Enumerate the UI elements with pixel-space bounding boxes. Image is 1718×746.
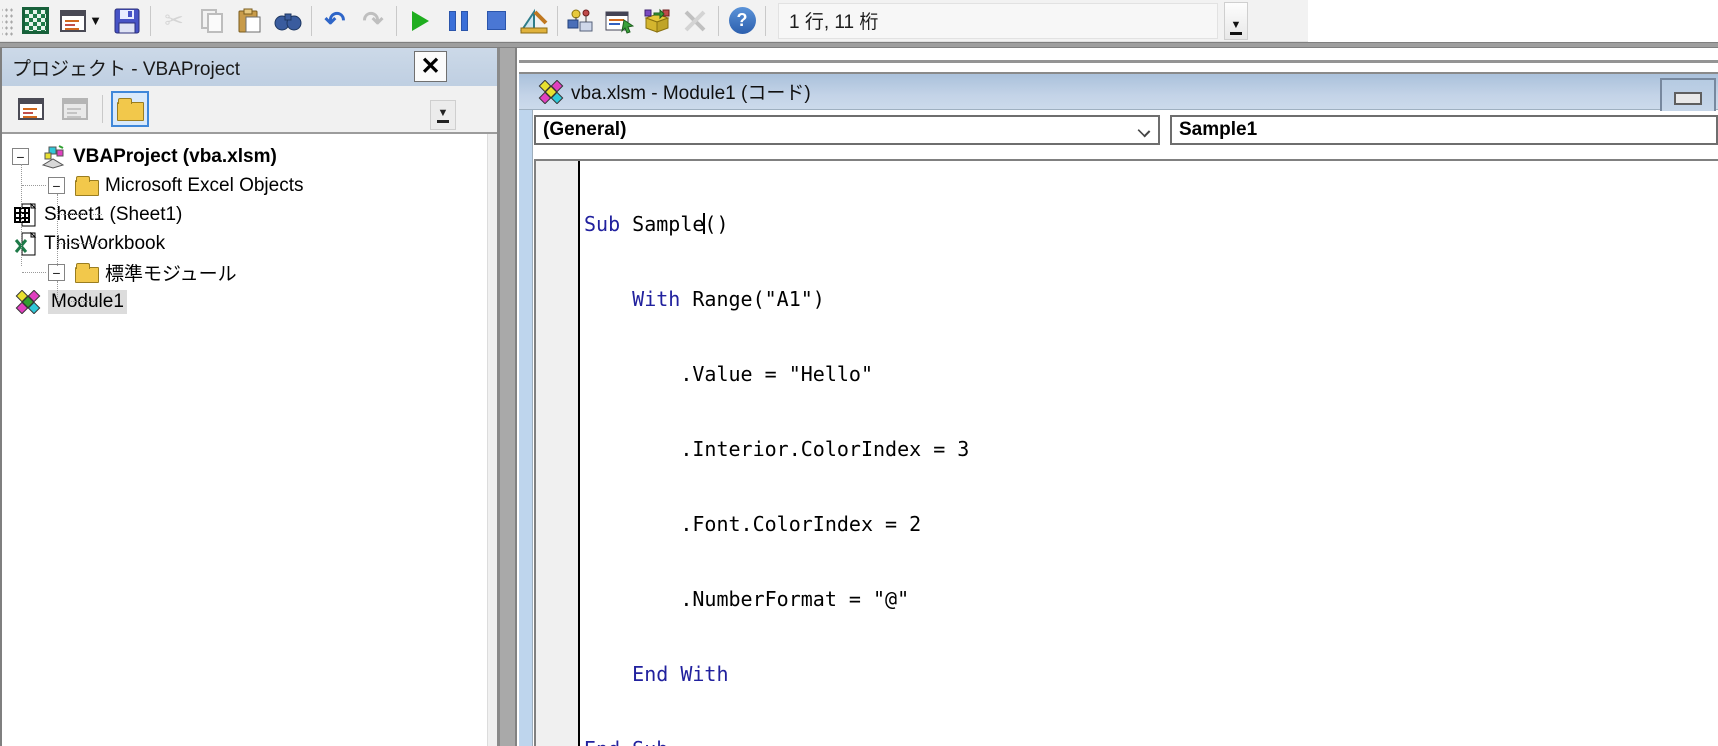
chevron-down-icon[interactable] <box>1138 125 1151 138</box>
collapse-icon[interactable]: − <box>12 148 29 165</box>
tree-connector <box>57 194 58 266</box>
code-line[interactable]: End With <box>584 662 1718 687</box>
toggle-folders-button[interactable] <box>111 91 149 127</box>
run-icon[interactable] <box>403 4 437 38</box>
toolbar-separator <box>396 6 397 36</box>
margin-indicator-bar[interactable] <box>536 161 578 746</box>
code-window-title: vba.xlsm - Module1 (コード) <box>571 78 811 105</box>
object-dropdown-value: (General) <box>543 119 626 141</box>
properties-window-icon[interactable] <box>602 4 636 38</box>
code-editor[interactable]: Sub Sample() With Range("A1") .Value = "… <box>534 159 1718 746</box>
redo-icon: ↷ <box>356 4 390 38</box>
code-line[interactable]: .Font.ColorIndex = 2 <box>584 512 1718 537</box>
pause-icon[interactable] <box>441 4 475 38</box>
toolbar-separator <box>718 6 719 36</box>
toolbar-grip[interactable] <box>2 6 14 36</box>
tree-connector <box>58 301 102 302</box>
tree-item-label[interactable]: 標準モジュール <box>105 259 237 286</box>
stop-icon[interactable] <box>479 4 513 38</box>
chevron-down-icon: ▼ <box>438 108 449 119</box>
project-panel-overflow-button[interactable]: ▼ <box>430 100 456 130</box>
view-code-button[interactable] <box>12 91 50 127</box>
window-frame <box>519 60 1718 63</box>
tree-connector <box>22 185 46 186</box>
collapse-icon[interactable]: − <box>48 177 65 194</box>
margin-separator <box>578 161 580 746</box>
collapse-icon[interactable]: − <box>48 264 65 281</box>
chevron-down-icon: ▼ <box>1231 20 1242 31</box>
toolbox-icon <box>678 4 712 38</box>
tree-connector <box>58 243 102 244</box>
vbaproject-icon <box>39 145 67 169</box>
cut-icon: ✂ <box>157 4 191 38</box>
view-object-icon[interactable]: ▼ <box>56 4 106 38</box>
module-icon <box>14 290 42 314</box>
toolbar-separator <box>150 6 151 36</box>
undo-icon[interactable]: ↶ <box>318 4 352 38</box>
window-frame <box>519 110 533 746</box>
tree-connector <box>21 164 22 266</box>
object-browser-icon[interactable] <box>640 4 674 38</box>
tree-item-vbaproject[interactable]: − VBAProject (vba.xlsm) <box>4 142 487 171</box>
tree-item-label[interactable]: Microsoft Excel Objects <box>105 175 304 197</box>
code-line[interactable]: .Interior.ColorIndex = 3 <box>584 437 1718 462</box>
code-line[interactable]: Sub Sample() <box>584 212 1718 237</box>
code-text[interactable]: Sub Sample() With Range("A1") .Value = "… <box>584 162 1718 746</box>
code-window: vba.xlsm - Module1 (コード) (General) Sampl… <box>519 60 1718 746</box>
tree-item-excel-objects[interactable]: − Microsoft Excel Objects <box>4 171 487 200</box>
code-window-client: (General) Sample1 Sub Sample() With Rang… <box>533 111 1718 746</box>
project-panel-title: プロジェクト - VBAProject <box>12 54 240 81</box>
toolbar-separator <box>102 95 103 123</box>
code-line[interactable]: End Sub <box>584 737 1718 746</box>
folder-icon <box>75 267 99 283</box>
tree-connector <box>58 214 102 215</box>
view-object-button <box>56 91 94 127</box>
minimize-icon <box>1674 92 1702 105</box>
view-object-dropdown-caret-icon[interactable]: ▼ <box>89 13 102 28</box>
project-explorer-panel: プロジェクト - VBAProject ✕ ▼ − VBAProjec <box>0 48 500 746</box>
save-icon[interactable] <box>110 4 144 38</box>
tree-item-standard-modules[interactable]: − 標準モジュール <box>4 258 487 287</box>
cursor-position-status: 1 行, 11 桁 <box>778 3 1218 39</box>
toolbar-separator <box>765 6 766 36</box>
project-explorer-icon[interactable] <box>564 4 598 38</box>
tree-item-label[interactable]: VBAProject (vba.xlsm) <box>73 146 277 168</box>
code-line[interactable]: With Range("A1") <box>584 287 1718 312</box>
tree-connector <box>22 272 46 273</box>
help-icon[interactable]: ? <box>725 4 759 38</box>
procedure-dropdown-value: Sample1 <box>1179 119 1257 141</box>
code-line[interactable]: .NumberFormat = "@" <box>584 587 1718 612</box>
copy-icon <box>195 4 229 38</box>
worksheet-icon <box>14 203 38 227</box>
procedure-dropdown[interactable]: Sample1 <box>1170 115 1718 145</box>
code-window-titlebar[interactable]: vba.xlsm - Module1 (コード) <box>519 72 1718 110</box>
project-tree: − VBAProject (vba.xlsm) − Microsoft Exce… <box>4 136 487 746</box>
main-toolbar: ▼ ✂ ↶ ↷ <box>0 0 1308 42</box>
close-icon[interactable]: ✕ <box>414 51 447 82</box>
toolbar-separator <box>557 6 558 36</box>
paste-icon[interactable] <box>233 4 267 38</box>
project-panel-toolbar <box>2 86 497 134</box>
vba-editor-window: ▼ ✂ ↶ ↷ <box>0 0 1718 746</box>
find-icon[interactable] <box>271 4 305 38</box>
folder-icon <box>75 180 99 196</box>
excel-icon[interactable] <box>18 4 52 38</box>
design-mode-icon[interactable] <box>517 4 551 38</box>
panel-splitter[interactable] <box>500 48 517 746</box>
tree-connector <box>57 281 58 301</box>
toolbar-separator <box>311 6 312 36</box>
project-panel-scroll-track[interactable] <box>487 48 497 746</box>
workbook-icon <box>14 232 38 256</box>
code-line[interactable]: .Value = "Hello" <box>584 362 1718 387</box>
object-dropdown[interactable]: (General) <box>534 115 1160 145</box>
toolbar-overflow-button[interactable]: ▼ <box>1224 2 1248 40</box>
module-icon <box>537 80 565 104</box>
